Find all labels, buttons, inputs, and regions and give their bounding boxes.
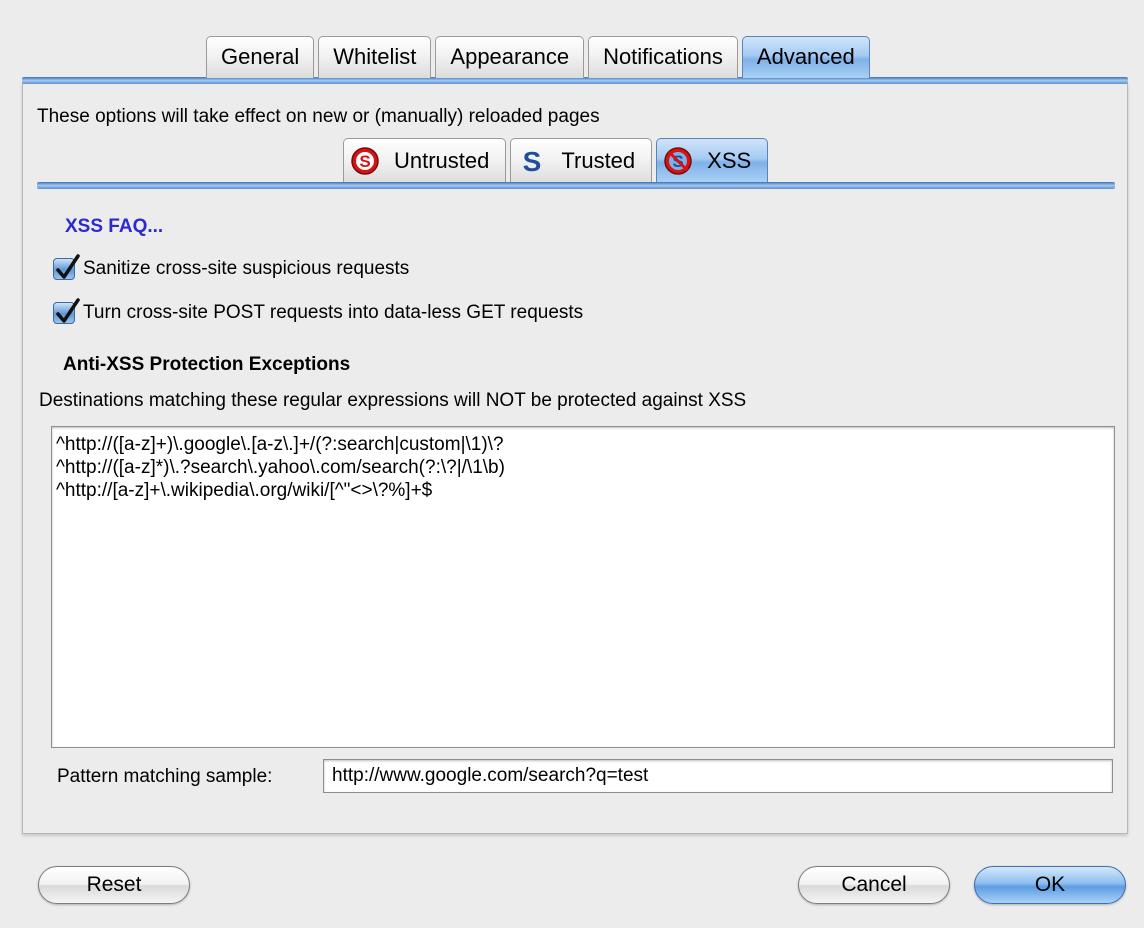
svg-text:S: S [523, 146, 542, 176]
subtab-xss-label: XSS [707, 147, 752, 173]
tab-whitelist[interactable]: Whitelist [318, 36, 432, 78]
cancel-button[interactable]: Cancel [798, 866, 950, 904]
noscript-red-s-icon: S [350, 146, 380, 176]
checkmark-icon [56, 254, 80, 279]
post-to-get-row[interactable]: Turn cross-site POST requests into data-… [53, 298, 584, 324]
pattern-sample-input[interactable]: http://www.google.com/search?q=test [323, 759, 1113, 793]
exceptions-textarea[interactable]: ^http://([a-z]+)\.google\.[a-z\.]+/(?:se… [51, 426, 1115, 748]
noscript-xss-icon: S [663, 146, 693, 176]
post-to-get-label: Turn cross-site POST requests into data-… [83, 302, 584, 323]
preferences-tab-bar: General Whitelist Appearance Notificatio… [206, 36, 874, 78]
reload-notice: These options will take effect on new or… [37, 106, 600, 127]
advanced-panel: These options will take effect on new or… [22, 82, 1128, 834]
sanitize-requests-row[interactable]: Sanitize cross-site suspicious requests [53, 254, 410, 280]
subtab-untrusted-label: Untrusted [394, 147, 490, 173]
sanitize-requests-label: Sanitize cross-site suspicious requests [83, 258, 410, 279]
reset-button[interactable]: Reset [38, 866, 190, 904]
checkmark-icon [56, 298, 80, 323]
tab-advanced[interactable]: Advanced [741, 36, 870, 78]
tab-general[interactable]: General [206, 36, 315, 78]
xss-faq-link[interactable]: XSS FAQ... [65, 216, 163, 238]
subtab-trusted-label: Trusted [561, 147, 636, 173]
subtab-untrusted[interactable]: S Untrusted [343, 138, 507, 182]
tab-appearance[interactable]: Appearance [435, 36, 585, 78]
post-to-get-checkbox[interactable] [53, 298, 80, 324]
subtab-bar-divider [37, 182, 1115, 189]
sanitize-requests-checkbox[interactable] [53, 254, 80, 280]
advanced-subtab-bar: S Untrusted S Trusted S XSS [343, 138, 772, 182]
ok-button[interactable]: OK [974, 866, 1126, 904]
tab-bar-divider [22, 77, 1128, 84]
exceptions-title: Anti-XSS Protection Exceptions [63, 354, 351, 375]
svg-text:S: S [359, 152, 370, 171]
subtab-xss[interactable]: S XSS [656, 138, 769, 182]
pattern-sample-label: Pattern matching sample: [57, 766, 273, 787]
noscript-blue-s-icon: S [517, 146, 547, 177]
exceptions-description: Destinations matching these regular expr… [39, 390, 747, 411]
tab-notifications[interactable]: Notifications [588, 36, 738, 78]
subtab-trusted[interactable]: S Trusted [510, 138, 653, 182]
